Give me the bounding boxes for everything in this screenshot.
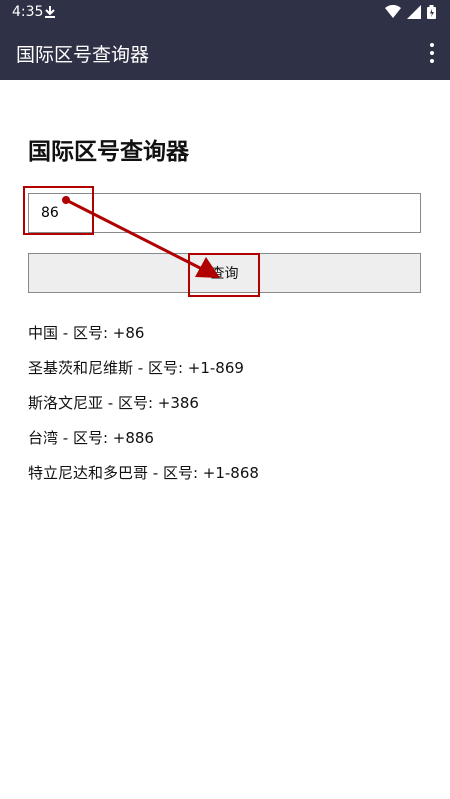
result-item: 圣基茨和尼维斯 - 区号: +1-869: [28, 359, 244, 377]
signal-icon: [407, 5, 421, 19]
wifi-icon: [385, 5, 401, 18]
input-highlight-box: [23, 186, 94, 235]
page-heading: 国际区号查询器: [28, 139, 189, 165]
download-icon: [45, 6, 55, 18]
result-item: 中国 - 区号: +86: [28, 324, 145, 342]
status-time: 4:35: [12, 4, 44, 20]
status-icons: [385, 5, 436, 19]
button-highlight-box: [188, 253, 260, 297]
battery-icon: [427, 5, 436, 19]
status-bar: 4:35: [0, 0, 450, 26]
result-item: 台湾 - 区号: +886: [28, 429, 154, 447]
result-item: 特立尼达和多巴哥 - 区号: +1-868: [28, 464, 259, 482]
overflow-menu-icon[interactable]: [428, 43, 436, 63]
app-bar: 国际区号查询器: [0, 26, 450, 80]
result-item: 斯洛文尼亚 - 区号: +386: [28, 394, 199, 412]
app-title: 国际区号查询器: [16, 44, 150, 66]
results-list: 中国 - 区号: +86 圣基茨和尼维斯 - 区号: +1-869 斯洛文尼亚 …: [28, 322, 428, 497]
